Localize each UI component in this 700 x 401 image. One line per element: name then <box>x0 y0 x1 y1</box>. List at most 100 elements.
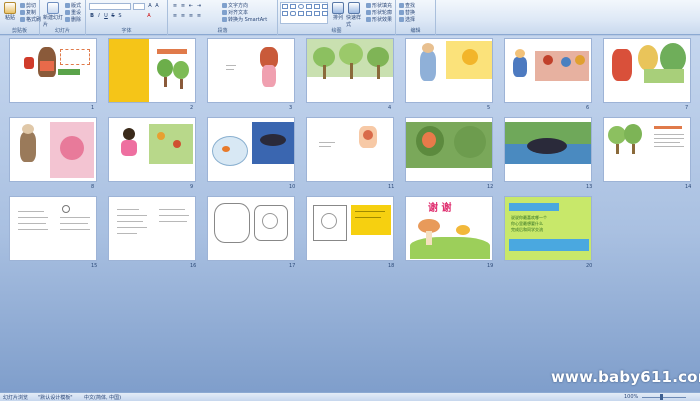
font-size-box[interactable] <box>133 3 145 10</box>
slide-art <box>22 124 34 134</box>
slide-art <box>262 65 276 87</box>
zoom-slider-thumb[interactable] <box>660 394 663 400</box>
shape-cube[interactable] <box>314 11 320 16</box>
slide-art <box>62 205 70 213</box>
editing-label: 编辑 <box>410 28 421 34</box>
shape-more[interactable] <box>322 11 328 16</box>
slide-thumbnail-18[interactable] <box>306 196 394 261</box>
slide-number: 4 <box>388 105 392 111</box>
slide-thumbnail-19[interactable]: 谢 谢 <box>405 196 493 261</box>
shape-oval[interactable] <box>298 4 304 9</box>
copy-icon <box>20 10 25 15</box>
reset-button[interactable]: 重设 <box>65 9 81 16</box>
slide-thumbnail-7[interactable] <box>603 38 691 103</box>
zoom-slider[interactable] <box>642 397 686 398</box>
cursor-icon <box>399 17 404 22</box>
shape-callout[interactable] <box>306 11 312 16</box>
shape-arrow[interactable] <box>314 4 320 9</box>
slide-art <box>60 229 90 230</box>
slide-art <box>313 47 335 67</box>
slide-art <box>18 211 44 212</box>
delete-slide-button[interactable]: 删除 <box>65 16 81 23</box>
shape-triangle[interactable] <box>306 4 312 9</box>
strikethrough-icon[interactable]: S <box>110 13 116 19</box>
shrink-font-icon[interactable]: A <box>154 3 160 9</box>
shape-outline-button[interactable]: 形状轮廓 <box>366 9 392 16</box>
align-center-icon[interactable]: ≡ <box>180 13 186 19</box>
align-right-icon[interactable]: ≡ <box>188 13 194 19</box>
slide-thumbnail-12[interactable] <box>405 117 493 182</box>
font-name-box[interactable] <box>89 3 131 10</box>
arrange-icon <box>332 2 344 14</box>
status-bar: 幻灯片浏览 "默认设计模板" 中文(简体, 中国) 100% <box>0 392 700 401</box>
slide-number: 16 <box>190 263 197 269</box>
align-text-button[interactable]: 对齐文本 <box>222 9 248 16</box>
copy-button[interactable]: 复制 <box>20 9 36 16</box>
smartart-button[interactable]: 转换为 SmartArt <box>222 16 267 23</box>
slide-thumbnail-3[interactable] <box>207 38 295 103</box>
numbering-icon[interactable]: ≡ <box>180 3 186 9</box>
increase-indent-icon[interactable]: ⇥ <box>196 3 202 9</box>
shape-effects-button[interactable]: 形状效果 <box>366 16 392 23</box>
shadow-icon[interactable]: S <box>117 13 123 19</box>
font-group: A A B I U S S A 字体 <box>86 0 168 35</box>
slide-thumbnail-17[interactable] <box>207 196 295 261</box>
cut-button[interactable]: 剪切 <box>20 2 36 9</box>
slide-thumbnail-4[interactable] <box>306 38 394 103</box>
slide-thumbnail-15[interactable] <box>9 196 97 261</box>
bullets-icon[interactable]: ≡ <box>172 3 178 9</box>
shape-rect2[interactable] <box>282 11 288 16</box>
slide-thumbnail-16[interactable] <box>108 196 196 261</box>
slide-thumbnail-6[interactable] <box>504 38 592 103</box>
theme-status: "默认设计模板" <box>38 395 73 401</box>
justify-icon[interactable]: ≡ <box>196 13 202 19</box>
find-button[interactable]: 查找 <box>399 2 415 9</box>
slide-thumbnail-13[interactable] <box>504 117 592 182</box>
text-direction-button[interactable]: 文字方向 <box>222 2 248 9</box>
slide-thumbnail-14[interactable] <box>603 117 691 182</box>
slide-thumbnail-9[interactable] <box>108 117 196 182</box>
slide-thumbnail-5[interactable] <box>405 38 493 103</box>
slide-art <box>117 221 143 222</box>
ribbon: 粘贴 剪切 复制 格式刷 剪贴板 新建幻灯片 版式 重设 删除 幻灯片 A A … <box>0 0 700 35</box>
quick-styles-button[interactable]: 快速样式 <box>346 2 362 28</box>
grow-font-icon[interactable]: A <box>147 3 153 9</box>
layout-button[interactable]: 版式 <box>65 2 81 9</box>
decrease-indent-icon[interactable]: ⇤ <box>188 3 194 9</box>
smartart-icon <box>222 17 227 22</box>
bold-icon[interactable]: B <box>89 13 95 19</box>
shape-brace[interactable] <box>298 11 304 16</box>
slide-thumbnail-8[interactable] <box>9 117 97 182</box>
delete-icon <box>65 17 70 22</box>
slide-art <box>515 49 525 58</box>
slide-art <box>654 134 684 135</box>
shape-fill-button[interactable]: 形状填充 <box>366 2 392 9</box>
font-color-icon[interactable]: A <box>146 13 152 19</box>
slide-thumbnail-20[interactable]: 说说你最喜欢哪一个 你心里最想要什么 完成后和同学交流 <box>504 196 592 261</box>
format-painter-button[interactable]: 格式刷 <box>20 16 41 23</box>
slide-art <box>121 140 137 156</box>
arrange-button[interactable]: 排列 <box>330 2 346 21</box>
fill-icon <box>366 3 371 8</box>
paragraph-group: ≡ ≡ ⇤ ⇥ ≡ ≡ ≡ ≡ 文字方向 对齐文本 转换为 SmartArt 段… <box>168 0 278 35</box>
slide-thumbnail-1[interactable] <box>9 38 97 103</box>
shapes-gallery[interactable] <box>280 2 328 24</box>
shape-star[interactable] <box>322 4 328 9</box>
slide-thumbnail-11[interactable] <box>306 117 394 182</box>
text-direction-icon <box>222 3 227 8</box>
slide-thumbnail-10[interactable] <box>207 117 295 182</box>
shape-rect[interactable] <box>290 4 296 9</box>
slide-sorter[interactable]: 1 2 3 4 5 6 7 8 9 10 11 12 13 14 15 16 1… <box>0 36 700 392</box>
new-slide-button[interactable]: 新建幻灯片 <box>43 2 63 28</box>
align-left-icon[interactable]: ≡ <box>172 13 178 19</box>
paste-button[interactable]: 粘贴 <box>2 2 18 21</box>
underline-icon[interactable]: U <box>103 13 109 19</box>
slide-thumbnail-2[interactable] <box>108 38 196 103</box>
italic-icon[interactable]: I <box>96 13 102 19</box>
slide-art <box>226 65 236 66</box>
replace-button[interactable]: 替换 <box>399 9 415 16</box>
shape-round[interactable] <box>290 11 296 16</box>
shape-line[interactable] <box>282 4 288 9</box>
slide-art <box>60 223 88 224</box>
select-button[interactable]: 选择 <box>399 16 415 23</box>
